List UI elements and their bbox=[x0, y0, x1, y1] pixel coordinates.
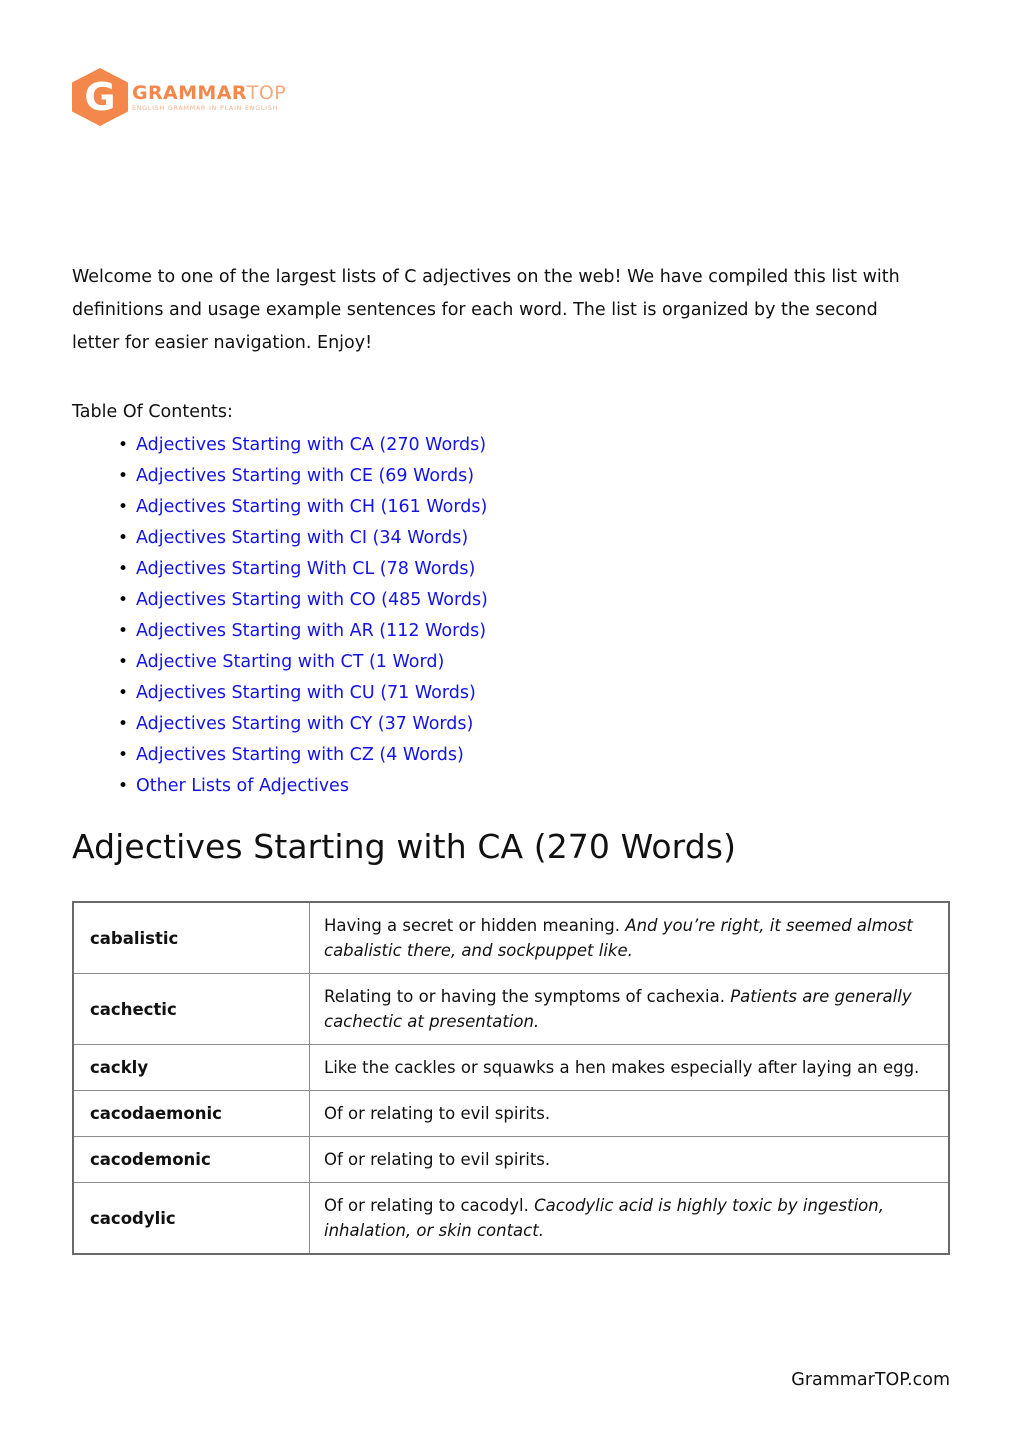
toc-link-cl[interactable]: Adjectives Starting With CL (78 Words) bbox=[136, 559, 475, 579]
table-cell-definition: Of or relating to evil spirits. bbox=[309, 1090, 950, 1137]
definition-text: Like the cackles or squawks a hen makes … bbox=[324, 1058, 920, 1077]
footer-site-name: GrammarTOP.com bbox=[791, 1370, 950, 1390]
list-item[interactable]: Adjectives Starting with CE (69 Words) bbox=[118, 461, 836, 492]
toc-link-cz[interactable]: Adjectives Starting with CZ (4 Words) bbox=[136, 745, 464, 765]
list-item[interactable]: Adjective Starting with CT (1 Word) bbox=[118, 647, 836, 678]
toc-link-ch[interactable]: Adjectives Starting with CH (161 Words) bbox=[136, 497, 487, 517]
table-row: cacodaemonic Of or relating to evil spir… bbox=[72, 1090, 950, 1137]
toc-link-co[interactable]: Adjectives Starting with CO (485 Words) bbox=[136, 590, 488, 610]
toc-link-ca[interactable]: Adjectives Starting with CA (270 Words) bbox=[136, 435, 486, 455]
document-page: G GRAMMARTOP ENGLISH GRAMMAR IN PLAIN EN… bbox=[0, 0, 1020, 1442]
list-item[interactable]: Adjectives Starting with CU (71 Words) bbox=[118, 678, 836, 709]
definition-text: Relating to or having the symptoms of ca… bbox=[324, 987, 725, 1006]
list-item[interactable]: Adjectives Starting with AR (112 Words) bbox=[118, 616, 836, 647]
definition-text: Of or relating to evil spirits. bbox=[324, 1104, 551, 1123]
logo-tagline: ENGLISH GRAMMAR IN PLAIN ENGLISH bbox=[132, 105, 279, 112]
toc-label: Table Of Contents: bbox=[72, 402, 233, 422]
page-title: Adjectives Starting with CA (270 Words) bbox=[72, 827, 737, 866]
list-item[interactable]: Adjectives Starting with CH (161 Words) bbox=[118, 492, 836, 523]
toc-link-ct[interactable]: Adjective Starting with CT (1 Word) bbox=[136, 652, 444, 672]
list-item[interactable]: Adjectives Starting With CL (78 Words) bbox=[118, 554, 836, 585]
table-cell-definition: Of or relating to evil spirits. bbox=[309, 1136, 950, 1183]
toc-link-cu[interactable]: Adjectives Starting with CU (71 Words) bbox=[136, 683, 476, 703]
logo-letter: G bbox=[84, 75, 116, 119]
table-cell-definition: Relating to or having the symptoms of ca… bbox=[309, 973, 950, 1045]
table-cell-definition: Like the cackles or squawks a hen makes … bbox=[309, 1044, 950, 1091]
logo-text-block: GRAMMARTOP ENGLISH GRAMMAR IN PLAIN ENGL… bbox=[132, 80, 286, 114]
site-logo[interactable]: G GRAMMARTOP ENGLISH GRAMMAR IN PLAIN EN… bbox=[72, 68, 286, 126]
table-cell-word: cacodemonic bbox=[72, 1136, 310, 1183]
toc-link-other-lists[interactable]: Other Lists of Adjectives bbox=[136, 776, 349, 796]
intro-paragraph: Welcome to one of the largest lists of C… bbox=[72, 266, 900, 353]
table-cell-word: cacodylic bbox=[72, 1182, 310, 1255]
table-row: cabalistic Having a secret or hidden mea… bbox=[72, 901, 950, 974]
toc-list: Adjectives Starting with CA (270 Words) … bbox=[112, 430, 836, 802]
table-cell-word: cabalistic bbox=[72, 901, 310, 974]
table-cell-word: cacodaemonic bbox=[72, 1090, 310, 1137]
logo-wordmark-strong: GRAMMAR bbox=[132, 82, 247, 104]
logo-hexagon-icon: G bbox=[72, 68, 128, 126]
toc-link-ar[interactable]: Adjectives Starting with AR (112 Words) bbox=[136, 621, 486, 641]
list-item[interactable]: Adjectives Starting with CZ (4 Words) bbox=[118, 740, 836, 771]
logo-wordmark: GRAMMARTOP bbox=[132, 83, 286, 103]
list-item[interactable]: Adjectives Starting with CO (485 Words) bbox=[118, 585, 836, 616]
definition-text: Of or relating to cacodyl. bbox=[324, 1196, 529, 1215]
table-cell-definition: Having a secret or hidden meaning. And y… bbox=[309, 901, 950, 974]
table-row: cachectic Relating to or having the symp… bbox=[72, 973, 950, 1045]
table-cell-definition: Of or relating to cacodyl. Cacodylic aci… bbox=[309, 1182, 950, 1255]
list-item[interactable]: Adjectives Starting with CA (270 Words) bbox=[118, 430, 836, 461]
definition-text: Of or relating to evil spirits. bbox=[324, 1150, 551, 1169]
table-row: cacodemonic Of or relating to evil spiri… bbox=[72, 1136, 950, 1183]
adjectives-table: cabalistic Having a secret or hidden mea… bbox=[72, 901, 950, 1255]
table-row: cacodylic Of or relating to cacodyl. Cac… bbox=[72, 1182, 950, 1255]
table-row: cackly Like the cackles or squawks a hen… bbox=[72, 1044, 950, 1091]
definition-text: Having a secret or hidden meaning. bbox=[324, 916, 621, 935]
table-cell-word: cachectic bbox=[72, 973, 310, 1045]
table-cell-word: cackly bbox=[72, 1044, 310, 1091]
toc-link-ce[interactable]: Adjectives Starting with CE (69 Words) bbox=[136, 466, 474, 486]
list-item[interactable]: Adjectives Starting with CI (34 Words) bbox=[118, 523, 836, 554]
toc-link-cy[interactable]: Adjectives Starting with CY (37 Words) bbox=[136, 714, 473, 734]
list-item[interactable]: Adjectives Starting with CY (37 Words) bbox=[118, 709, 836, 740]
logo-wordmark-light: TOP bbox=[246, 82, 287, 104]
list-item[interactable]: Other Lists of Adjectives bbox=[118, 771, 836, 802]
toc-link-ci[interactable]: Adjectives Starting with CI (34 Words) bbox=[136, 528, 468, 548]
